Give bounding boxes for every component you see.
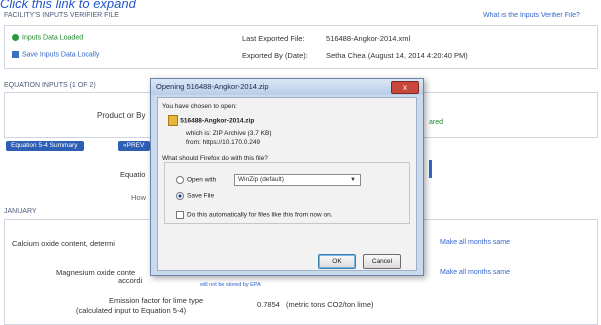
open-with-select[interactable]: WinZip (default) ▼ (234, 174, 361, 186)
make-all-months-2[interactable]: Make all months same (440, 269, 510, 276)
how-label: How (131, 193, 147, 202)
auto-checkbox[interactable] (176, 211, 184, 219)
open-with-radio[interactable] (176, 176, 184, 184)
file-name: 516488-Angkor-2014.zip (180, 117, 255, 125)
last-exported-value: 516488-Angkor-2014.xml (326, 34, 411, 43)
not-stored-note: will not be stored by EPA (200, 282, 261, 288)
save-locally-label: Save Inputs Data Locally (22, 51, 100, 59)
open-with-label: Open with (187, 176, 217, 184)
facility-box (4, 25, 598, 69)
save-file-option[interactable]: Save File (176, 192, 214, 200)
cancel-button[interactable]: Cancel (363, 254, 401, 269)
auto-label: Do this automatically for files like thi… (187, 211, 333, 219)
dialog-close-button[interactable]: x (391, 81, 419, 94)
chosen-text: You have chosen to open: (162, 103, 237, 110)
emission-label: Emission factor for lime type (109, 296, 204, 305)
save-locally-link[interactable]: Save Inputs Data Locally (12, 51, 99, 58)
make-all-months-1[interactable]: Make all months same (440, 239, 510, 246)
open-file-dialog: Opening 516488-Angkor-2014.zip x You hav… (150, 78, 424, 276)
product-label: Product or By (97, 111, 146, 120)
status-loaded-label: Inputs Data Loaded (22, 34, 84, 42)
facility-title: FACILITY'S INPUTS VERIFIER FILE (4, 12, 119, 19)
zip-file-icon (168, 115, 178, 126)
chevron-down-icon: ▼ (350, 177, 356, 183)
check-icon (12, 34, 19, 41)
equation-inputs-title: EQUATION INPUTS (1 OF 2) (4, 82, 96, 89)
file-row: 516488-Angkor-2014.zip (168, 115, 254, 126)
file-from: from: https://10.170.0.249 (186, 139, 261, 146)
save-icon (12, 51, 19, 58)
emission-value: 0.7854 (257, 300, 280, 309)
calcium-label: Calcium oxide content, determi (12, 239, 115, 248)
emission-units: (metric tons CO2/ton lime) (286, 300, 374, 309)
save-file-radio[interactable] (176, 192, 184, 200)
exported-by-value: Setha Chea (August 14, 2014 4:20:40 PM) (326, 51, 468, 60)
exported-by-label: Exported By (Date): (242, 51, 308, 60)
open-with-option[interactable]: Open with (176, 176, 216, 184)
save-file-label: Save File (187, 192, 215, 200)
status-loaded: Inputs Data Loaded (12, 34, 83, 41)
dialog-titlebar[interactable]: Opening 516488-Angkor-2014.zip x (151, 79, 423, 95)
question-text: What should Firefox do with this file? (162, 155, 268, 162)
ared-icon-strip (429, 160, 432, 178)
equation-label: Equatio (120, 170, 146, 179)
file-type: which is: ZIP Archive (3.7 KB) (186, 130, 272, 137)
magnesium-label-2: accordi (118, 276, 143, 285)
dialog-title: Opening 516488-Angkor-2014.zip (156, 82, 269, 91)
auto-option[interactable]: Do this automatically for files like thi… (176, 211, 333, 219)
ared-text: ared (429, 119, 444, 126)
january-label: JANUARY (4, 208, 37, 215)
tab-equation-summary[interactable]: Equation 5-4 Summary (6, 141, 84, 151)
emission-label-2: (calculated input to Equation 5-4) (76, 306, 187, 315)
what-is-verifier-link[interactable]: What is the Inputs Verifier File? (483, 12, 580, 19)
open-with-value: WinZip (default) (238, 176, 284, 183)
ok-button[interactable]: OK (318, 254, 356, 269)
last-exported-label: Last Exported File: (242, 34, 305, 43)
dialog-body: You have chosen to open: 516488-Angkor-2… (157, 97, 417, 271)
tab-prev[interactable]: «PREV (118, 141, 150, 151)
